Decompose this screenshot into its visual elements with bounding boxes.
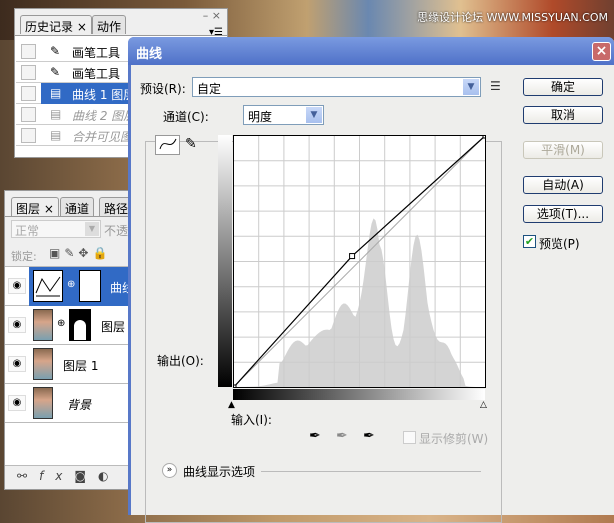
tab-history[interactable]: 历史记录 × (20, 15, 92, 34)
document-icon: ▤ (50, 128, 62, 142)
preset-label: 预设(R): (140, 82, 186, 96)
layer-mask-thumbnail (79, 270, 101, 302)
brush-icon: ✎ (50, 44, 61, 58)
options-button[interactable]: 选项(T)... (523, 205, 603, 223)
link-icon: ⊕ (67, 279, 76, 290)
show-clipping-checkbox[interactable] (403, 431, 416, 444)
layer-row[interactable]: ◉ 背景 (5, 384, 129, 423)
show-clipping-label: 显示修剪(W) (419, 432, 489, 446)
curve-point-tool[interactable] (155, 135, 180, 155)
smooth-button[interactable]: 平滑(M) (523, 141, 603, 159)
eye-icon[interactable]: ◉ (8, 278, 26, 294)
watermark: 思缘设计论坛 WWW.MISSYUAN.COM (417, 11, 608, 24)
layer-thumbnail (33, 348, 53, 380)
channel-label: 通道(C): (161, 108, 211, 125)
layer-thumbnail (33, 309, 53, 341)
cancel-button[interactable]: 取消 (523, 106, 603, 124)
pencil-icon[interactable]: ✎ (185, 136, 197, 152)
input-label: 输入(I): (231, 413, 272, 427)
chevron-down-icon: ▼ (463, 79, 479, 95)
history-item[interactable]: ▤ 曲线 2 图层 (16, 104, 135, 125)
layer-row[interactable]: ◉ ⊕ 图层 (5, 306, 129, 345)
history-item[interactable]: ✎ 画笔工具 (16, 62, 128, 83)
link-icon: ⊕ (57, 318, 66, 329)
history-item[interactable]: ✎ 画笔工具 (16, 41, 128, 62)
lock-label: 锁定: (11, 250, 37, 263)
preview-checkbox[interactable]: ✔ (523, 235, 536, 248)
panel-close-icon[interactable]: – × (203, 9, 221, 22)
tab-channels[interactable]: 通道 (60, 197, 95, 216)
close-button[interactable]: × (592, 42, 611, 61)
dialog-body: 预设(R): 自定 ▼ ☰ 确定 取消 平滑(M) 自动(A) 选项(T)... … (131, 65, 614, 523)
fx-icon: fx (39, 469, 75, 483)
title-bar: 曲线 × (128, 37, 614, 65)
document-icon: ▤ (50, 86, 62, 100)
preview-label: 预览(P) (539, 237, 580, 251)
curves-dialog: 曲线 × 预设(R): 自定 ▼ ☰ 确定 取消 平滑(M) 自动(A) 选项(T… (128, 37, 614, 523)
curves-adjustment-icon (33, 270, 63, 302)
black-point-slider[interactable]: ▲ (228, 400, 235, 410)
display-options-label[interactable]: 曲线显示选项 (183, 463, 255, 480)
white-point-slider[interactable]: △ (480, 400, 487, 410)
dialog-title: 曲线 (136, 47, 163, 62)
history-item-selected[interactable]: ▤ 曲线 1 图层 (16, 83, 135, 104)
eye-icon[interactable]: ◉ (8, 356, 26, 372)
gray-eyedropper-icon[interactable]: ✒ (336, 428, 348, 444)
output-label: 输出(O): (157, 354, 204, 368)
adjustment-layer-icon: ◐ (98, 469, 121, 483)
expand-chevron-icon[interactable]: » (162, 463, 177, 478)
history-item[interactable]: ▤ 合并可见图层 (16, 125, 144, 146)
preset-options-icon[interactable]: ☰ (490, 79, 501, 93)
lock-icons[interactable]: ▣✎✥🔒 (49, 246, 111, 260)
ok-button[interactable]: 确定 (523, 78, 603, 96)
auto-button[interactable]: 自动(A) (523, 176, 603, 194)
layer-thumbnail (33, 387, 53, 419)
tab-actions[interactable]: 动作 (92, 15, 127, 34)
document-icon: ▤ (50, 107, 62, 121)
curve-control-point (349, 253, 356, 260)
eye-icon[interactable]: ◉ (8, 395, 26, 411)
curve-graph[interactable] (233, 135, 486, 388)
eye-icon[interactable]: ◉ (8, 317, 26, 333)
output-gradient-bar (218, 135, 232, 387)
layers-panel: 图层 × 通道 路径 正常▼ 不透 锁定: ▣✎✥🔒 ◉ ⊕ 曲线 1 ◉ ⊕ … (4, 190, 145, 490)
brush-icon: ✎ (50, 65, 61, 79)
add-mask-icon: ◙ (74, 469, 99, 483)
link-layers-icon: ⚯ (17, 469, 40, 483)
tab-layers[interactable]: 图层 × (11, 197, 59, 216)
layer-footer-icons[interactable]: ⚯fx◙◐ (17, 469, 121, 483)
preset-select[interactable]: 自定 ▼ (192, 77, 481, 97)
white-eyedropper-icon[interactable]: ✒ (363, 428, 375, 444)
blend-mode-select[interactable]: 正常 ▼ (11, 220, 101, 238)
divider (261, 471, 481, 472)
channel-select[interactable]: 明度 ▼ (243, 105, 324, 125)
input-gradient-bar (233, 389, 485, 400)
chevron-down-icon: ▼ (306, 107, 322, 123)
layer-row-selected[interactable]: ◉ ⊕ 曲线 1 (5, 267, 145, 306)
layer-mask-thumbnail (69, 309, 91, 341)
opacity-label: 不透 (104, 224, 129, 238)
black-eyedropper-icon[interactable]: ✒ (309, 428, 321, 444)
layer-row[interactable]: ◉ 图层 1 (5, 345, 129, 384)
layers-list: ◉ ⊕ 曲线 1 ◉ ⊕ 图层 ◉ 图层 1 ◉ 背景 (5, 266, 145, 466)
